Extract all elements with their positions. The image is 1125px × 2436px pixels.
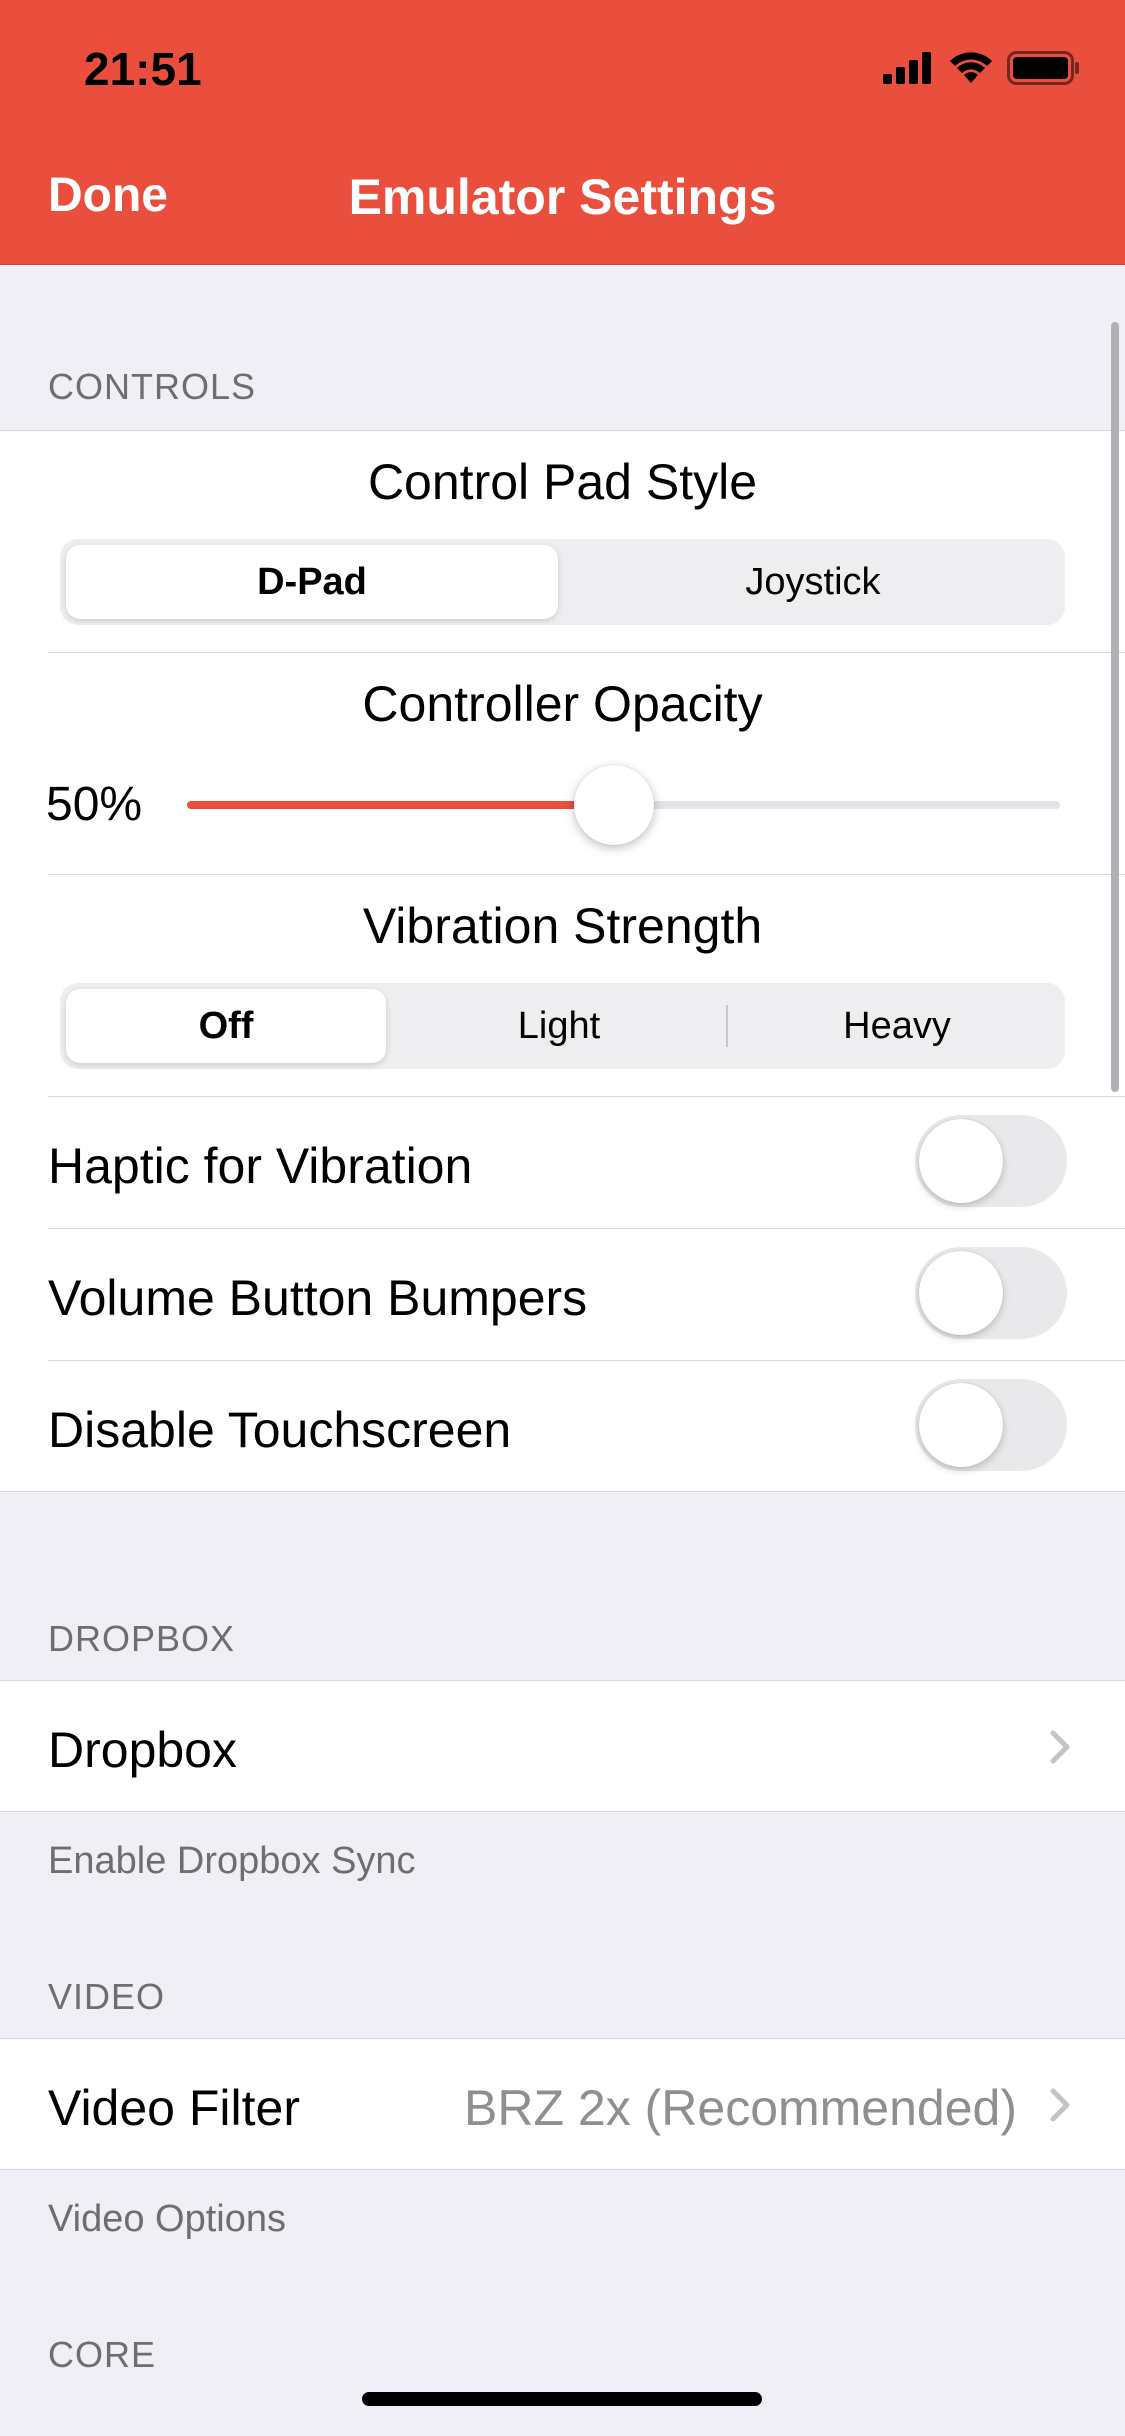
navigation-bar: Done Emulator Settings (0, 130, 1125, 265)
dropbox-row-label: Dropbox (48, 1722, 237, 1778)
status-icons (883, 48, 1081, 88)
video-footer: Video Options (48, 2198, 287, 2240)
status-time: 21:51 (84, 43, 202, 95)
opacity-value-label: 50% (46, 778, 143, 831)
section-header-video: VIDEO (48, 1976, 166, 2017)
video-filter-label: Video Filter (48, 2080, 300, 2136)
control-pad-style-segmented: D-Pad Joystick (60, 539, 1065, 625)
segment-light[interactable]: Light (399, 989, 719, 1063)
chevron-right-icon (1050, 1730, 1070, 1764)
segment-joystick[interactable]: Joystick (567, 545, 1059, 619)
separator (48, 874, 1125, 875)
video-filter-row[interactable]: Video Filter BRZ 2x (Recommended) (0, 2038, 1125, 2170)
volume-button-bumpers-toggle[interactable] (915, 1247, 1067, 1339)
page-title: Emulator Settings (348, 169, 777, 225)
toggle-knob (919, 1383, 1003, 1467)
dropbox-footer: Enable Dropbox Sync (48, 1840, 416, 1882)
segment-divider (726, 1005, 728, 1047)
separator (48, 1228, 1125, 1229)
chevron-right-icon (1050, 2088, 1070, 2122)
segment-off[interactable]: Off (66, 989, 386, 1063)
segment-heavy[interactable]: Heavy (735, 989, 1059, 1063)
wifi-icon (950, 52, 992, 83)
haptic-for-vibration-toggle[interactable] (915, 1115, 1067, 1207)
scroll-indicator[interactable] (1111, 322, 1119, 1092)
controls-group: Control Pad Style D-Pad Joystick Control… (0, 430, 1125, 1492)
controller-opacity-title: Controller Opacity (362, 676, 763, 732)
disable-touchscreen-label: Disable Touchscreen (48, 1402, 512, 1458)
toggle-knob (919, 1119, 1003, 1203)
segment-d-pad[interactable]: D-Pad (66, 545, 558, 619)
volume-button-bumpers-label: Volume Button Bumpers (48, 1270, 588, 1326)
control-pad-style-title: Control Pad Style (367, 454, 758, 510)
haptic-for-vibration-label: Haptic for Vibration (48, 1138, 473, 1194)
separator (48, 652, 1125, 653)
toggle-knob (919, 1251, 1003, 1335)
opacity-slider-thumb[interactable] (573, 765, 654, 845)
separator (48, 1360, 1125, 1361)
separator (48, 1096, 1125, 1097)
dropbox-row[interactable]: Dropbox (0, 1680, 1125, 1812)
home-indicator[interactable] (362, 2392, 762, 2406)
status-bar: 21:51 (0, 0, 1125, 130)
opacity-slider-fill (187, 801, 624, 809)
disable-touchscreen-toggle[interactable] (915, 1379, 1067, 1471)
section-header-dropbox: DROPBOX (48, 1618, 236, 1659)
section-header-core: CORE (48, 2334, 157, 2375)
battery-icon (1007, 51, 1079, 85)
vibration-strength-title: Vibration Strength (362, 898, 763, 954)
signal-icon (883, 52, 931, 84)
vibration-strength-segmented: Off Light Heavy (60, 983, 1065, 1069)
section-header-controls: CONTROLS (48, 366, 257, 407)
video-filter-value: BRZ 2x (Recommended) (464, 2080, 1017, 2136)
